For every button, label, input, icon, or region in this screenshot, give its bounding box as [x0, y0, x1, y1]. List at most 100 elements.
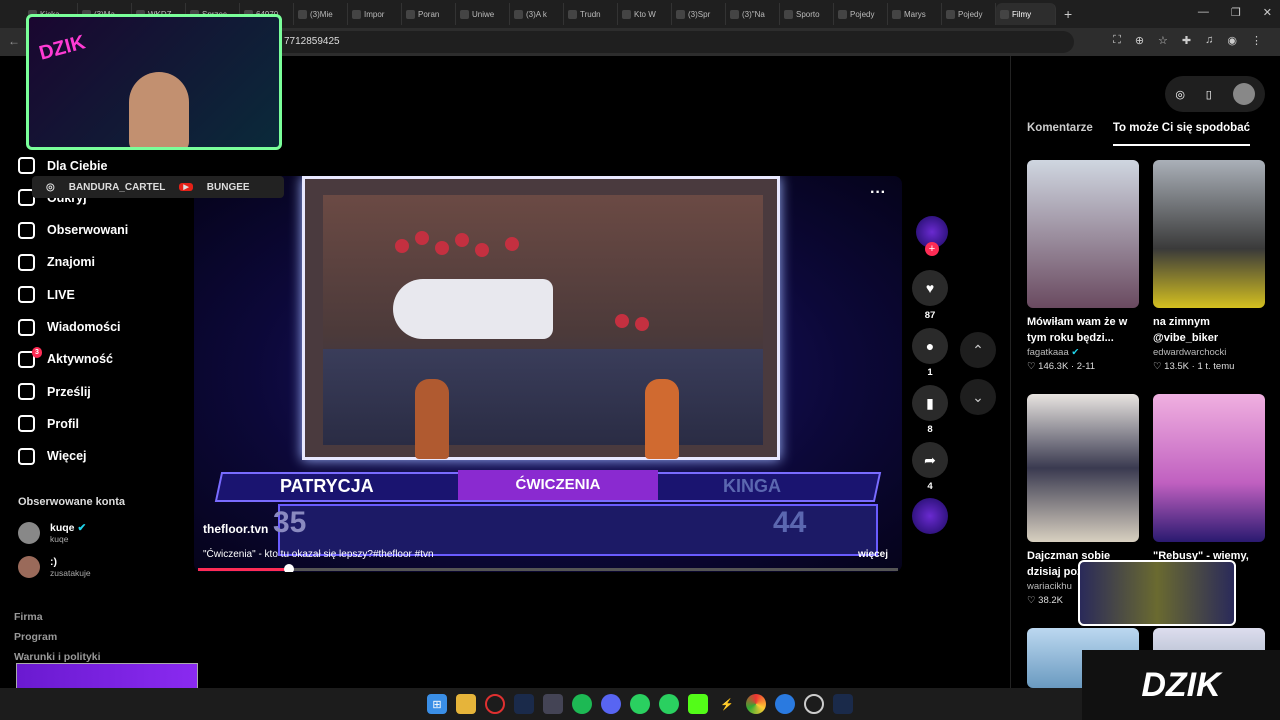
- sidebar-item-3[interactable]: Znajomi: [18, 253, 95, 271]
- spotify-icon[interactable]: [572, 694, 592, 714]
- back-icon[interactable]: ←: [8, 34, 20, 48]
- browser-tab[interactable]: (3)"Na: [726, 3, 780, 25]
- followed-accounts-title: Obserwowane konta: [18, 496, 125, 508]
- video-player[interactable]: ··· PATRYCJA ĆWICZENIA KINGA 35 44 thefl…: [194, 176, 902, 572]
- media-icon[interactable]: ♫: [1205, 34, 1213, 47]
- next-video-button[interactable]: ⌄: [960, 379, 996, 415]
- compass-icon[interactable]: ◎: [1175, 88, 1185, 101]
- restore-icon[interactable]: ❐: [1231, 6, 1241, 19]
- cam-logo: DZIK: [36, 31, 88, 65]
- extensions-icon[interactable]: ✚: [1182, 34, 1191, 47]
- messages-icon: [18, 318, 35, 336]
- sidebar-item-6[interactable]: 3 Aktywność: [18, 346, 113, 368]
- heart-icon: ♡: [1027, 361, 1036, 372]
- sidebar-item-5[interactable]: Wiadomości: [18, 318, 121, 336]
- footer-link-program[interactable]: Program: [14, 631, 57, 643]
- app-icon[interactable]: [775, 694, 795, 714]
- browser-tab[interactable]: (3)Spr: [672, 3, 726, 25]
- comment-button[interactable]: ●: [912, 328, 948, 364]
- minimize-icon[interactable]: —: [1198, 6, 1209, 19]
- menu-icon[interactable]: ⋮: [1251, 34, 1262, 47]
- save-button[interactable]: ▮: [912, 385, 948, 421]
- followed-account[interactable]: :) zusatakuje: [18, 556, 91, 578]
- tab-favicon-icon: [460, 9, 469, 19]
- previous-video-button[interactable]: ⌃: [960, 332, 996, 368]
- discord-icon[interactable]: [601, 694, 621, 714]
- tab-favicon-icon: [892, 9, 901, 19]
- opera-icon[interactable]: [485, 694, 505, 714]
- sidebar-item-4[interactable]: LIVE: [18, 286, 75, 304]
- browser-tab[interactable]: Kto W: [618, 3, 672, 25]
- new-tab-button[interactable]: +: [1064, 6, 1072, 22]
- card-date: 2-11: [1076, 361, 1096, 372]
- app-icon[interactable]: [630, 694, 650, 714]
- monitor-icon[interactable]: [543, 694, 563, 714]
- chrome-icon[interactable]: [746, 694, 766, 714]
- sidebar-item-9[interactable]: Więcej: [18, 447, 87, 465]
- browser-tab[interactable]: (3)A k: [510, 3, 564, 25]
- webcam-overlay: DZIK: [26, 14, 282, 150]
- progress-knob[interactable]: [284, 564, 294, 572]
- browser-tab[interactable]: (3)Mie: [294, 3, 348, 25]
- account-icon[interactable]: ◉: [1227, 34, 1237, 47]
- browser-tab[interactable]: Poran: [402, 3, 456, 25]
- footer-link-company[interactable]: Firma: [14, 611, 43, 623]
- sidebar: Obserwowane konta kuqe ✔ kuqe :) zusatakuj…: [0, 56, 190, 688]
- zoom-icon[interactable]: ⊕: [1135, 34, 1144, 47]
- sound-disc[interactable]: [912, 498, 948, 534]
- avatar[interactable]: [1232, 83, 1255, 105]
- like-button[interactable]: ♥: [912, 270, 948, 306]
- sidebar-item-0[interactable]: Dla Ciebie: [18, 157, 107, 174]
- video-author[interactable]: thefloor.tvn: [203, 522, 268, 536]
- folder-icon[interactable]: [456, 694, 476, 714]
- more-options-icon[interactable]: ···: [870, 184, 886, 202]
- browser-tab[interactable]: Filmy: [996, 3, 1056, 25]
- sidebar-item-label: Dla Ciebie: [47, 158, 108, 173]
- steam-icon[interactable]: [833, 694, 853, 714]
- followed-account[interactable]: kuqe ✔ kuqe: [18, 522, 86, 544]
- contestant-right: [645, 379, 679, 459]
- kick-icon[interactable]: [688, 694, 708, 714]
- sidebar-item-8[interactable]: Profil: [18, 415, 79, 433]
- sidebar-item-2[interactable]: Obserwowani: [18, 221, 128, 239]
- translate-icon[interactable]: ⛶: [1113, 34, 1121, 47]
- tab-recommended[interactable]: To może Ci się spodobać: [1112, 116, 1250, 146]
- tab-favicon-icon: [298, 9, 307, 19]
- browser-tab[interactable]: Uniwe: [456, 3, 510, 25]
- bookmark-star-icon[interactable]: ☆: [1158, 34, 1168, 47]
- tab-label: Sporto: [796, 9, 820, 19]
- phone-icon[interactable]: ▯: [1206, 88, 1212, 101]
- verified-icon: ✔: [77, 522, 87, 534]
- follow-plus-icon[interactable]: +: [925, 242, 939, 256]
- recommended-card[interactable]: na zimnym @vibe_biker edwardwarchocki ♡ …: [1153, 160, 1265, 372]
- browser-tab[interactable]: Pojedy: [942, 3, 996, 25]
- footer-link-terms[interactable]: Warunki i polityki: [14, 651, 101, 663]
- browser-tab[interactable]: Impor: [348, 3, 402, 25]
- live-icon: [18, 286, 35, 304]
- app-icon[interactable]: [659, 694, 679, 714]
- tab-comments[interactable]: Komentarze: [1027, 116, 1093, 146]
- share-button[interactable]: ➦: [912, 442, 948, 478]
- browser-tab[interactable]: Marys: [888, 3, 942, 25]
- bolt-icon[interactable]: ⚡: [717, 694, 737, 714]
- close-icon[interactable]: ✕: [1263, 6, 1272, 19]
- sidebar-item-7[interactable]: Prześlij: [18, 383, 91, 401]
- app-icon[interactable]: [804, 694, 824, 714]
- video-caption: "Ćwiczenia" - kto tu okazał się lepszy?#…: [203, 549, 434, 560]
- tab-label: (3)A k: [526, 9, 547, 19]
- caption-more-button[interactable]: więcej: [858, 549, 888, 560]
- browser-tab[interactable]: Sporto: [780, 3, 834, 25]
- steam-icon[interactable]: [514, 694, 534, 714]
- video-progress-bar[interactable]: [198, 564, 898, 572]
- window-controls: — ❐ ✕: [1198, 6, 1272, 19]
- start-icon[interactable]: ⊞: [427, 694, 447, 714]
- recommended-card[interactable]: Mówiłam wam że w tym roku będzi... fagat…: [1027, 160, 1139, 372]
- video-thumbnail: [1027, 394, 1139, 542]
- browser-tab[interactable]: Trudn: [564, 3, 618, 25]
- recommended-card[interactable]: "Rebusy" - wiemy,: [1153, 394, 1265, 580]
- bookmark-icon: ▮: [926, 394, 934, 411]
- sidebar-item-label: Prześlij: [47, 384, 91, 399]
- browser-tab[interactable]: Pojedy: [834, 3, 888, 25]
- right-panel-tabs: Komentarze To może Ci się spodobać: [1027, 116, 1267, 146]
- comment-icon: ●: [925, 338, 935, 354]
